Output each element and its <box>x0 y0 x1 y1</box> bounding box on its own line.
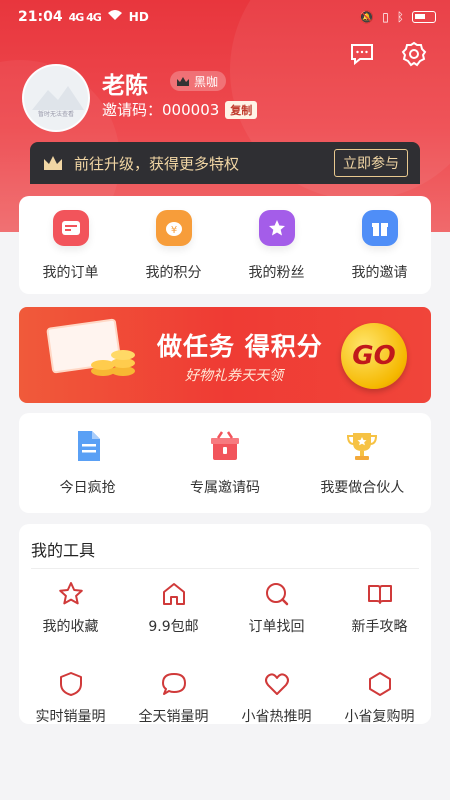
status-bar: 21:04 4G 4G HD 🔕 ▯ ᛒ <box>0 0 450 34</box>
signal-icon: 4G 4G <box>68 10 102 24</box>
go-coin-label: GO <box>352 341 396 371</box>
status-time: 21:04 <box>18 9 63 25</box>
search-icon <box>265 583 288 606</box>
tools-title: 我的工具 <box>31 541 96 560</box>
gear-icon[interactable] <box>400 40 428 68</box>
tool-hot-picks[interactable]: 小省热推明 <box>225 670 328 724</box>
quick-item-points[interactable]: ¥ 我的积分 <box>122 196 225 294</box>
quick-item-label: 我的邀请 <box>351 265 408 281</box>
go-coin-icon: GO <box>341 323 407 389</box>
points-icon: ¥ <box>155 210 192 246</box>
tool-allday-sales[interactable]: 全天销量明 <box>122 670 225 724</box>
network-type: HD <box>128 10 149 24</box>
order-icon <box>52 210 89 246</box>
tool-order-recovery[interactable]: 订单找回 <box>225 580 328 658</box>
tool-favorites[interactable]: 我的收藏 <box>19 580 122 658</box>
join-now-button[interactable]: 立即参与 <box>334 149 408 177</box>
tool-label: 新手攻略 <box>351 619 408 635</box>
tool-label: 我的收藏 <box>42 619 99 635</box>
upgrade-bar[interactable]: 前往升级，获得更多特权 立即参与 <box>30 142 420 184</box>
quick-item-label: 我的订单 <box>42 265 99 281</box>
tools-card: 我的工具 我的收藏 9.9包邮 订单找回 新手攻略 实时销量明 全天销量明 小省… <box>19 524 431 724</box>
quick-item-invites[interactable]: 我的邀请 <box>328 196 431 294</box>
banner-title: 做任务 得积分 <box>157 332 323 361</box>
wifi-icon <box>107 9 123 25</box>
partner-item-be-partner[interactable]: 我要做合伙人 <box>294 413 431 513</box>
heart-icon <box>264 673 289 695</box>
mute-icon: 🔕 <box>359 10 375 24</box>
chat-icon[interactable] <box>348 40 376 68</box>
battery-icon <box>412 11 436 23</box>
gift-box-icon <box>210 431 239 460</box>
tool-label: 小省复购明 <box>344 709 415 724</box>
house-icon <box>162 583 185 605</box>
tool-beginner-guide[interactable]: 新手攻略 <box>328 580 431 658</box>
shield-icon <box>59 672 82 696</box>
partner-item-label: 我要做合伙人 <box>320 480 405 496</box>
star-outline-icon <box>58 582 83 605</box>
upgrade-text: 前往升级，获得更多特权 <box>74 154 240 173</box>
level-badge-label: 黑咖 <box>194 74 219 89</box>
tool-repurchase[interactable]: 小省复购明 <box>328 670 431 724</box>
bluetooth-icon: ᛒ <box>396 10 404 24</box>
partner-item-label: 今日疯抢 <box>59 480 116 496</box>
star-icon <box>258 210 295 246</box>
chat-bubble-icon <box>161 673 186 695</box>
copy-button[interactable]: 复制 <box>225 100 258 119</box>
gift-icon <box>361 210 398 246</box>
quick-item-fans[interactable]: 我的粉丝 <box>225 196 328 294</box>
book-icon <box>367 585 392 604</box>
crown-icon <box>177 76 189 86</box>
username: 老陈 <box>102 73 148 99</box>
task-banner[interactable]: 做任务 得积分 好物礼券天天领 GO <box>19 307 431 403</box>
tool-label: 实时销量明 <box>35 709 106 724</box>
tool-free-shipping[interactable]: 9.9包邮 <box>122 580 225 658</box>
hexagon-icon <box>368 672 391 696</box>
banner-subtitle: 好物礼券天天领 <box>185 368 283 384</box>
level-badge[interactable]: 黑咖 <box>170 71 227 91</box>
divider <box>31 568 419 569</box>
avatar[interactable]: 暂时无法查看 <box>22 64 90 132</box>
tool-realtime-sales[interactable]: 实时销量明 <box>19 670 122 724</box>
avatar-image-placeholder <box>32 86 84 110</box>
tool-label: 小省热推明 <box>241 709 312 724</box>
quick-menu-card: 我的订单 ¥ 我的积分 我的粉丝 我的邀请 <box>19 196 431 294</box>
tool-label: 9.9包邮 <box>148 619 199 635</box>
invite-code-value: 000003 <box>162 100 220 119</box>
coins-illustration <box>91 350 135 376</box>
partner-item-label: 专属邀请码 <box>189 480 260 496</box>
document-icon <box>77 431 100 461</box>
tool-label: 订单找回 <box>248 619 305 635</box>
invite-code-row: 邀请码： 000003 复制 <box>102 99 258 120</box>
quick-item-label: 我的粉丝 <box>248 265 305 281</box>
trophy-icon <box>347 433 378 460</box>
partner-item-invite-code[interactable]: 专属邀请码 <box>156 413 293 513</box>
tool-label: 全天销量明 <box>138 709 209 724</box>
svg-text:¥: ¥ <box>170 225 176 236</box>
partner-item-today-deals[interactable]: 今日疯抢 <box>19 413 156 513</box>
partner-menu-card: 今日疯抢 专属邀请码 我要做合伙人 <box>19 413 431 513</box>
invite-code-label: 邀请码： <box>102 101 163 119</box>
crown-icon <box>44 156 62 170</box>
vibrate-icon: ▯ <box>382 10 389 24</box>
quick-item-orders[interactable]: 我的订单 <box>19 196 122 294</box>
quick-item-label: 我的积分 <box>145 265 202 281</box>
